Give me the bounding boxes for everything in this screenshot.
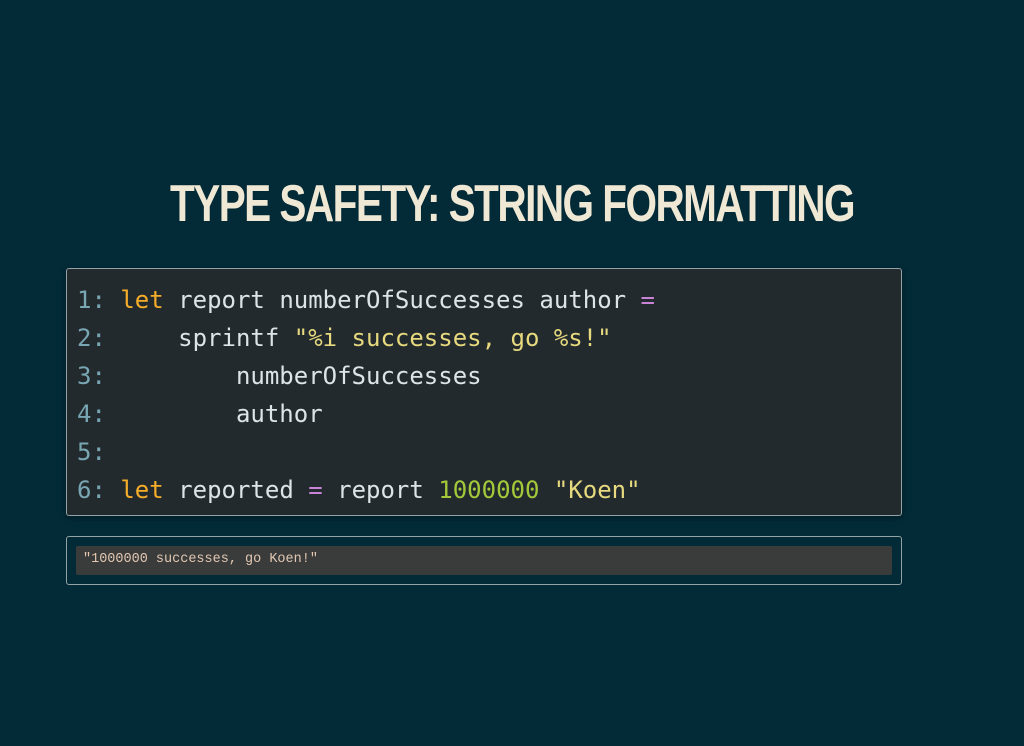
- line-number: 1:: [77, 286, 106, 314]
- code-token-id: reported: [163, 476, 309, 504]
- code-token-str: "%i successes, go %s!": [293, 324, 612, 352]
- code-token-kw: let: [120, 286, 164, 314]
- code-lines: 1: let report numberOfSuccesses author =…: [77, 281, 655, 509]
- line-number: 6:: [77, 476, 106, 504]
- code-token-kw: let: [120, 476, 164, 504]
- slide: TYPE SAFETY: STRING FORMATTING 1: let re…: [0, 0, 1024, 746]
- line-number: 3:: [77, 362, 106, 390]
- code-token-id: numberOfSuccesses: [105, 362, 482, 390]
- code-line: 6: let reported = report 1000000 "Koen": [77, 471, 655, 509]
- code-line: 2: sprintf "%i successes, go %s!": [77, 319, 655, 357]
- code-token-id: [106, 286, 120, 314]
- code-token-id: report numberOfSuccesses author: [163, 286, 641, 314]
- code-token-id: sprintf: [105, 324, 294, 352]
- output-block: "1000000 successes, go Koen!": [66, 536, 902, 585]
- code-line: 4: author: [77, 395, 655, 433]
- code-token-id: author: [105, 400, 323, 428]
- code-token-id: [539, 476, 553, 504]
- code-line: 1: let report numberOfSuccesses author =: [77, 281, 655, 319]
- code-line: 3: numberOfSuccesses: [77, 357, 655, 395]
- line-number: 5:: [77, 438, 106, 466]
- line-number: 2:: [77, 324, 106, 352]
- code-token-id: report: [322, 476, 439, 504]
- slide-title: TYPE SAFETY: STRING FORMATTING: [169, 175, 856, 233]
- code-block: 1: let report numberOfSuccesses author =…: [66, 268, 902, 516]
- code-token-op: =: [640, 286, 655, 314]
- code-token-num: 1000000: [438, 476, 540, 504]
- output-panel: "1000000 successes, go Koen!": [76, 546, 892, 575]
- code-token-id: [106, 476, 120, 504]
- code-token-op: =: [308, 476, 323, 504]
- code-token-str: "Koen": [553, 476, 641, 504]
- code-line: 5:: [77, 433, 655, 471]
- output-text: "1000000 successes, go Koen!": [83, 552, 318, 567]
- line-number: 4:: [77, 400, 106, 428]
